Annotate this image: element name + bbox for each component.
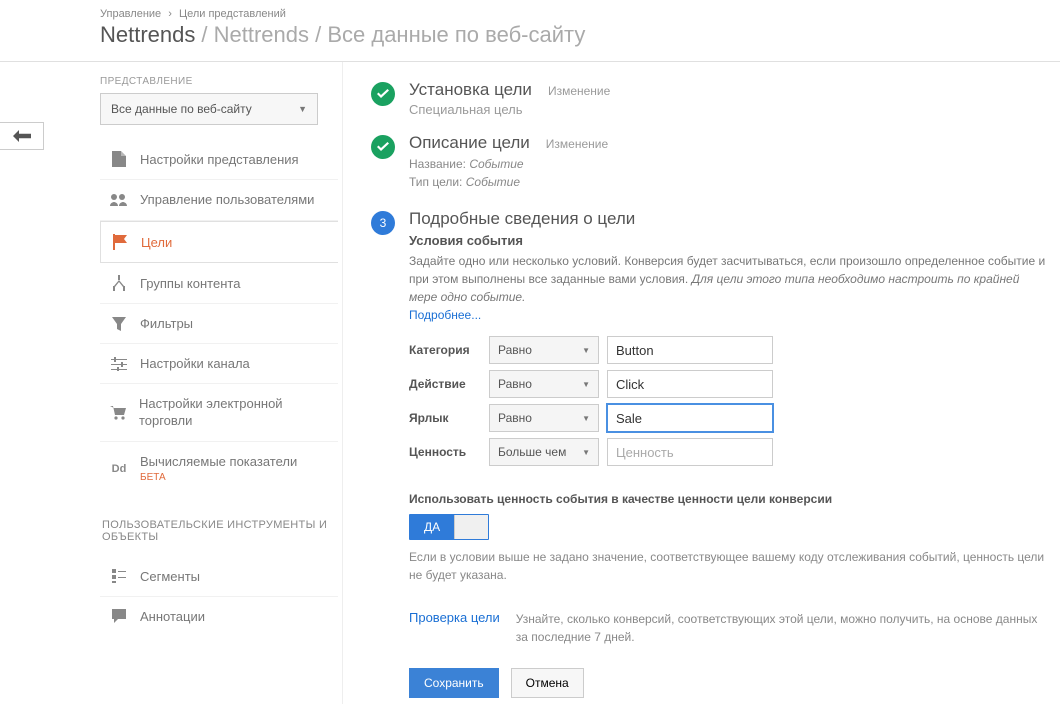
sidebar-item-label: Настройки представления (140, 152, 299, 167)
sidebar-view-label: ПРЕДСТАВЛЕНИЕ (100, 76, 342, 87)
sidebar-nav-tools: Сегменты Аннотации (100, 557, 338, 636)
step-setup: Установка цели Изменение Специальная цел… (371, 80, 1048, 127)
sidebar-item-annotations[interactable]: Аннотации (100, 597, 338, 636)
step-description: Описание цели Изменение Название: Событи… (371, 133, 1048, 203)
goal-steps: Установка цели Изменение Специальная цел… (371, 80, 1048, 698)
caret-down-icon: ▼ (582, 448, 590, 457)
document-icon (110, 151, 128, 167)
sidebar-item-channel-settings[interactable]: Настройки канала (100, 344, 338, 384)
caret-down-icon: ▼ (582, 380, 590, 389)
sidebar-item-goals[interactable]: Цели (100, 221, 338, 263)
caret-down-icon: ▼ (582, 414, 590, 423)
branch-icon (110, 275, 128, 291)
toggle-off-side (454, 515, 488, 539)
cart-icon (110, 406, 127, 420)
learn-more-link[interactable]: Подробнее... (409, 308, 481, 322)
sidebar-item-ecommerce[interactable]: Настройки электронной торговли (100, 384, 338, 442)
top-area: Управление › Цели представлений Nettrend… (0, 0, 1060, 62)
arrow-left-icon (13, 129, 31, 143)
title-main: Nettrends (100, 22, 195, 48)
people-icon (110, 194, 128, 206)
step-meta: Название: Событие Тип цели: Событие (409, 155, 608, 191)
label-value: Ценность (409, 445, 481, 459)
speech-icon (110, 609, 128, 623)
step-subtitle: Специальная цель (409, 102, 610, 117)
input-value[interactable] (607, 438, 773, 466)
sidebar-item-label: Группы контента (140, 276, 240, 291)
input-action[interactable] (607, 370, 773, 398)
step-title: Описание цели (409, 133, 530, 153)
label-category: Категория (409, 343, 481, 357)
conditions-help: Задайте одно или несколько условий. Конв… (409, 252, 1048, 306)
sidebar-item-label: Вычисляемые показатели БЕТА (140, 454, 297, 485)
step-number-badge: 3 (371, 211, 395, 235)
beta-badge: БЕТА (140, 472, 297, 485)
label-label: Ярлык (409, 411, 481, 425)
sidebar-item-label: Фильтры (140, 316, 193, 331)
breadcrumb: Управление › Цели представлений (100, 8, 1060, 20)
toggle-on-label: ДА (410, 515, 454, 539)
op-value-select[interactable]: Больше чем▼ (489, 438, 599, 466)
step-title: Установка цели (409, 80, 532, 100)
toggle-title: Использовать ценность события в качестве… (409, 492, 1048, 506)
sidebar-item-label: Аннотации (140, 609, 205, 624)
dd-icon: Dd (110, 463, 128, 475)
sidebar-item-label: Цели (141, 235, 172, 250)
step-edit-link[interactable]: Изменение (546, 137, 608, 151)
step-edit-link[interactable]: Изменение (548, 84, 610, 98)
sidebar-section-tools: ПОЛЬЗОВАТЕЛЬСКИЕ ИНСТРУМЕНТЫ И ОБЪЕКТЫ (102, 519, 342, 543)
op-action-select[interactable]: Равно▼ (489, 370, 599, 398)
back-button[interactable] (0, 122, 44, 150)
caret-down-icon: ▼ (582, 346, 590, 355)
step-details: 3 Подробные сведения о цели Условия собы… (371, 209, 1048, 698)
breadcrumb-separator: › (164, 8, 176, 20)
funnel-icon (110, 317, 128, 331)
conditions-heading: Условия события (409, 233, 1048, 248)
label-action: Действие (409, 377, 481, 391)
step-title: Подробные сведения о цели (409, 209, 635, 229)
op-label-select[interactable]: Равно▼ (489, 404, 599, 432)
toggle-section: Использовать ценность события в качестве… (409, 492, 1048, 584)
content: Установка цели Изменение Специальная цел… (342, 62, 1060, 704)
view-selector-value: Все данные по веб-сайту (111, 102, 252, 116)
sidebar: ПРЕДСТАВЛЕНИЕ Все данные по веб-сайту ▼ … (82, 62, 342, 704)
view-selector[interactable]: Все данные по веб-сайту ▼ (100, 93, 318, 125)
sidebar-item-label: Управление пользователями (140, 192, 314, 208)
sidebar-nav: Настройки представления Управление польз… (100, 139, 338, 497)
sidebar-item-label: Сегменты (140, 569, 200, 584)
sidebar-item-users[interactable]: Управление пользователями (100, 180, 338, 221)
sliders-icon (110, 357, 128, 371)
conditions-table: Категория Равно▼ Действие Равно▼ Ярлык Р… (409, 336, 1048, 466)
input-category[interactable] (607, 336, 773, 364)
breadcrumb-goals[interactable]: Цели представлений (179, 8, 286, 20)
caret-down-icon: ▼ (298, 104, 307, 114)
op-category-select[interactable]: Равно▼ (489, 336, 599, 364)
verify-goal-link[interactable]: Проверка цели (409, 610, 500, 625)
use-event-value-toggle[interactable]: ДА (409, 514, 489, 540)
sidebar-item-label: Настройки канала (140, 356, 250, 371)
page-title: Nettrends / Nettrends / Все данные по ве… (100, 22, 1060, 48)
verify-desc: Узнайте, сколько конверсий, соответствую… (516, 610, 1048, 646)
sidebar-item-label: Настройки электронной торговли (139, 396, 328, 429)
sidebar-item-view-settings[interactable]: Настройки представления (100, 139, 338, 180)
flag-icon (111, 234, 129, 250)
cancel-button[interactable]: Отмена (511, 668, 584, 698)
title-rest: / Nettrends / Все данные по веб-сайту (201, 22, 585, 48)
verify-row: Проверка цели Узнайте, сколько конверсий… (409, 610, 1048, 646)
sidebar-item-content-groups[interactable]: Группы контента (100, 263, 338, 304)
segments-icon (110, 569, 128, 583)
save-button[interactable]: Сохранить (409, 668, 499, 698)
sidebar-item-calculated-metrics[interactable]: Dd Вычисляемые показатели БЕТА (100, 442, 338, 497)
check-icon (371, 82, 395, 106)
breadcrumb-admin[interactable]: Управление (100, 8, 161, 20)
form-actions: Сохранить Отмена (409, 668, 1048, 698)
input-label[interactable] (607, 404, 773, 432)
toggle-note: Если в условии выше не задано значение, … (409, 548, 1048, 584)
sidebar-item-segments[interactable]: Сегменты (100, 557, 338, 597)
check-icon (371, 135, 395, 159)
sidebar-item-filters[interactable]: Фильтры (100, 304, 338, 344)
